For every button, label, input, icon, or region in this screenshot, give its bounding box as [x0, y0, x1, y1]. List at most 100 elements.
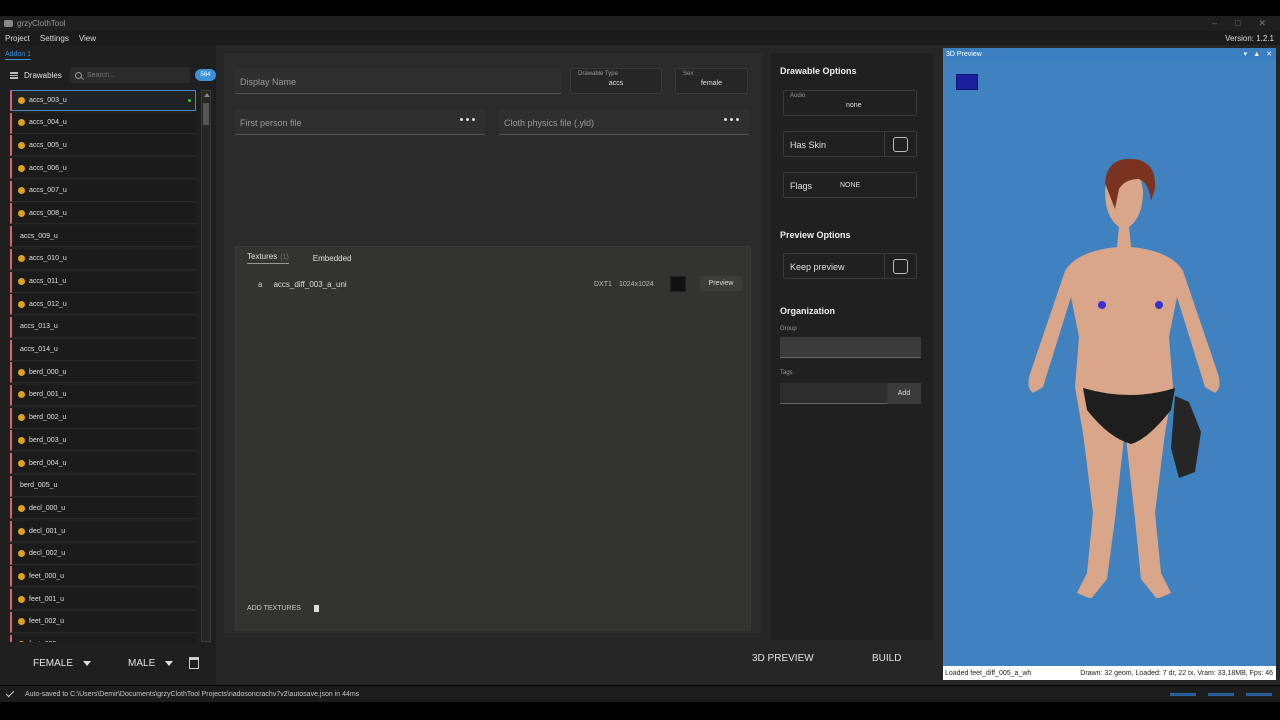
- tab-textures-label: Textures: [247, 252, 278, 261]
- drawable-type-select[interactable]: Drawable Type accs: [570, 68, 662, 94]
- drawable-editor: Display Name Drawable Type accs Sex fema…: [224, 53, 762, 633]
- drawable-list-item[interactable]: accs_006_u: [10, 158, 196, 180]
- drawable-name: decl_002_u: [29, 550, 66, 558]
- options-panel: Drawable Options Audio none Has Skin Fla…: [770, 53, 933, 640]
- display-name-field[interactable]: Display Name: [235, 68, 561, 94]
- has-skin-checkbox[interactable]: [893, 137, 908, 152]
- drawable-list-item[interactable]: berd_005_u: [10, 475, 196, 497]
- status-link[interactable]: [1208, 692, 1234, 696]
- drawable-list-item[interactable]: accs_010_u: [10, 248, 196, 270]
- holster-shape: [1171, 396, 1201, 478]
- warning-icon: [18, 459, 25, 467]
- drawable-name: accs_008_u: [29, 209, 67, 217]
- texture-format: DXT1: [594, 280, 612, 288]
- drawable-list-item[interactable]: accs_008_u: [10, 203, 196, 225]
- drawable-name: feet_002_u: [29, 618, 65, 626]
- tags-input[interactable]: [780, 383, 887, 404]
- drawable-name: accs_005_u: [29, 141, 67, 149]
- drawable-list-item[interactable]: accs_014_u: [10, 339, 196, 361]
- drawable-name: decl_000_u: [29, 504, 66, 512]
- drawable-list-item[interactable]: berd_000_u: [10, 362, 196, 384]
- trash-icon[interactable]: [313, 605, 319, 612]
- warning-icon: [18, 641, 25, 642]
- add-textures-button[interactable]: ADD TEXTURES: [247, 605, 301, 612]
- maximize-icon[interactable]: □: [1235, 18, 1240, 29]
- menu-view[interactable]: View: [79, 34, 96, 43]
- more-icon[interactable]: [460, 118, 475, 121]
- drawable-list-item[interactable]: accs_005_u: [10, 135, 196, 157]
- first-person-field[interactable]: First person file: [235, 110, 485, 135]
- close-icon[interactable]: ✕: [1266, 48, 1272, 61]
- trash-icon[interactable]: [189, 657, 200, 669]
- tab-textures[interactable]: Textures (1): [247, 252, 289, 264]
- drawable-list-item[interactable]: feet_002_u: [10, 611, 196, 633]
- textures-panel: Textures (1) Embedded a accs_diff_003_a_u…: [235, 246, 751, 631]
- sex-value: female: [700, 80, 722, 87]
- orientation-cube[interactable]: [956, 74, 978, 90]
- drawable-list-item[interactable]: accs_003_u: [10, 90, 196, 111]
- drawables-scrollbar[interactable]: [201, 90, 211, 642]
- drawable-name: berd_000_u: [29, 368, 67, 376]
- drawables-count-badge: 564: [195, 69, 216, 81]
- audio-select[interactable]: Audio none: [783, 90, 917, 116]
- texture-name: accs_diff_003_a_uni: [273, 279, 347, 289]
- cloth-physics-field[interactable]: Cloth physics file (.yld): [499, 110, 749, 135]
- drawable-name: berd_002_u: [29, 414, 67, 422]
- drawable-list-item[interactable]: feet_003_u: [10, 634, 196, 642]
- add-tag-button[interactable]: Add: [887, 383, 921, 404]
- minimize-icon[interactable]: –: [1212, 18, 1217, 29]
- drawable-list-item[interactable]: feet_000_u: [10, 566, 196, 588]
- audio-value: none: [846, 102, 862, 109]
- drawable-name: accs_003_u: [29, 97, 67, 104]
- drawable-list-item[interactable]: berd_002_u: [10, 407, 196, 429]
- flags-row[interactable]: Flags NONE: [783, 172, 917, 198]
- texture-thumbnail: [670, 276, 686, 292]
- drawable-list-item[interactable]: accs_013_u: [10, 316, 196, 338]
- build-button[interactable]: BUILD: [872, 653, 901, 664]
- search-icon: [75, 71, 82, 79]
- search-input[interactable]: [87, 71, 177, 79]
- drawable-list-item[interactable]: accs_004_u: [10, 112, 196, 134]
- drawable-list-item[interactable]: accs_011_u: [10, 271, 196, 293]
- drawable-name: decl_001_u: [29, 527, 66, 535]
- status-link[interactable]: [1246, 692, 1272, 696]
- scroll-up-icon[interactable]: [204, 93, 210, 97]
- chevron-down-icon[interactable]: [83, 660, 92, 666]
- drawables-title: Drawables: [24, 70, 62, 80]
- close-icon[interactable]: ✕: [1258, 18, 1266, 29]
- drawable-list-item[interactable]: berd_003_u: [10, 430, 196, 452]
- status-dot-icon: [188, 99, 191, 102]
- sex-label: Sex: [683, 71, 694, 77]
- 3d-preview-title: 3D Preview: [943, 48, 1276, 61]
- drawable-name: accs_007_u: [29, 187, 67, 195]
- texture-row[interactable]: a accs_diff_003_a_uni DXT1 1024x1024 Pre…: [236, 275, 750, 293]
- sex-select[interactable]: Sex female: [675, 68, 748, 94]
- add-female-button[interactable]: FEMALE: [33, 658, 92, 669]
- menu-settings[interactable]: Settings: [40, 34, 69, 43]
- status-link[interactable]: [1170, 692, 1196, 696]
- drawable-list-item[interactable]: accs_009_u: [10, 226, 196, 248]
- drawable-list-item[interactable]: decl_001_u: [10, 521, 196, 543]
- drawable-list-item[interactable]: feet_001_u: [10, 589, 196, 611]
- drawable-list-item[interactable]: decl_000_u: [10, 498, 196, 520]
- chevron-down-icon[interactable]: [165, 660, 174, 666]
- scroll-thumb[interactable]: [203, 103, 209, 125]
- drawable-list-item[interactable]: berd_001_u: [10, 384, 196, 406]
- tab-embedded[interactable]: Embedded: [313, 254, 352, 263]
- drawable-list-item[interactable]: berd_004_u: [10, 453, 196, 474]
- addon-tab[interactable]: Addon 1: [5, 51, 32, 60]
- drawables-header: Drawables 564: [4, 67, 216, 83]
- pin-icon[interactable]: ▲: [1253, 48, 1260, 61]
- chevron-down-icon[interactable]: ▾: [1244, 48, 1248, 61]
- drawable-list-item[interactable]: accs_012_u: [10, 294, 196, 316]
- group-input[interactable]: [780, 337, 921, 358]
- keep-preview-checkbox[interactable]: [893, 259, 908, 274]
- more-icon[interactable]: [724, 118, 739, 121]
- drawable-list-item[interactable]: decl_002_u: [10, 543, 196, 565]
- 3d-preview-panel[interactable]: 3D Preview ▾ ▲ ✕ Loaded feet_diff_005_a_…: [943, 48, 1276, 680]
- drawable-list-item[interactable]: accs_007_u: [10, 180, 196, 202]
- 3d-preview-button[interactable]: 3D PREVIEW: [752, 653, 814, 664]
- texture-preview-button[interactable]: Preview: [700, 276, 742, 291]
- add-male-button[interactable]: MALE: [128, 658, 174, 669]
- menu-project[interactable]: Project: [5, 34, 30, 43]
